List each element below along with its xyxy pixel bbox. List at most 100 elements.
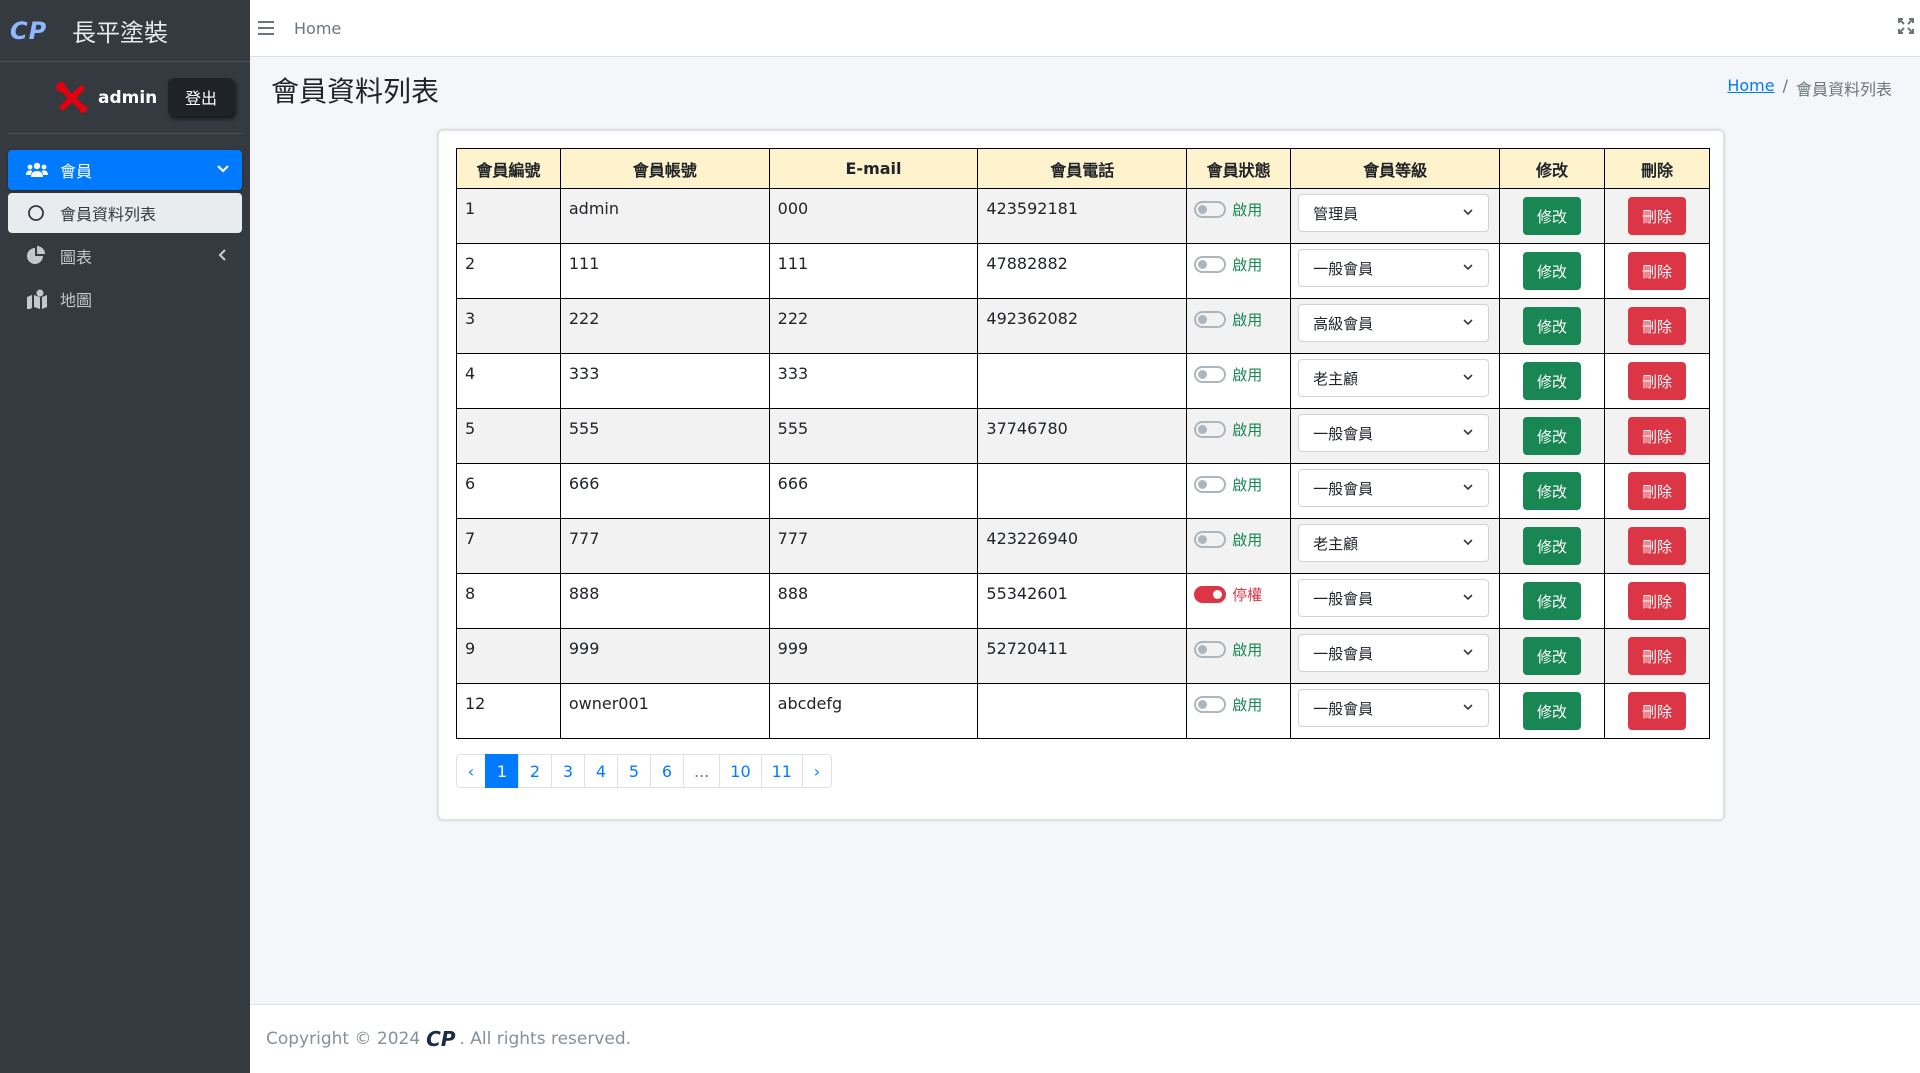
sidebar-item-members[interactable]: 會員 xyxy=(8,150,242,190)
sidebar-item-map[interactable]: 地圖 xyxy=(8,279,242,319)
member-status-cell: 啟用 xyxy=(1186,243,1292,299)
member-phone-cell: 52720411 xyxy=(977,628,1188,684)
delete-cell: 刪除 xyxy=(1604,243,1710,299)
status-toggle[interactable] xyxy=(1194,530,1227,548)
delete-cell: 刪除 xyxy=(1604,188,1710,244)
pagination-page[interactable]: 10 xyxy=(719,754,762,788)
pagination-page[interactable]: 2 xyxy=(518,754,552,788)
sidebar-item-charts[interactable]: 圖表 xyxy=(8,236,242,276)
breadcrumb-home[interactable]: Home xyxy=(1727,76,1774,100)
sidebar-item-member-list[interactable]: 會員資料列表 xyxy=(8,193,242,233)
status-toggle[interactable] xyxy=(1194,365,1227,383)
delete-button[interactable]: 刪除 xyxy=(1628,637,1686,675)
level-select[interactable]: 一般會員 xyxy=(1298,634,1490,672)
edit-button[interactable]: 修改 xyxy=(1523,692,1582,730)
level-select-value: 一般會員 xyxy=(1313,589,1374,608)
edit-button[interactable]: 修改 xyxy=(1523,472,1582,510)
pagination-page[interactable]: 11 xyxy=(760,754,803,788)
status-toggle[interactable] xyxy=(1194,200,1227,218)
pagination-page[interactable]: 5 xyxy=(617,754,651,788)
edit-button[interactable]: 修改 xyxy=(1523,527,1582,565)
member-level-cell: 高級會員 xyxy=(1290,298,1501,354)
logout-button[interactable]: 登出 xyxy=(168,78,234,116)
member-id-cell: 6 xyxy=(456,463,561,519)
member-card: 會員編號 會員帳號 E-mail 會員電話 會員狀態 會員等級 修改 刪除 1a… xyxy=(437,129,1725,821)
status-label: 啟用 xyxy=(1232,421,1263,439)
edit-button[interactable]: 修改 xyxy=(1523,197,1582,235)
delete-button[interactable]: 刪除 xyxy=(1628,417,1686,455)
status-toggle[interactable] xyxy=(1194,695,1227,713)
level-select-value: 一般會員 xyxy=(1313,259,1374,278)
sidebar: CP 長平塗裝 admin 登出 會員 會員資料列表 圖表 地圖 xyxy=(0,0,250,1073)
status-label: 停權 xyxy=(1232,586,1263,604)
brand-logo: CP xyxy=(10,16,48,45)
pagination-prev[interactable]: ‹ xyxy=(456,754,486,788)
level-select[interactable]: 老主顧 xyxy=(1298,524,1490,562)
level-select[interactable]: 管理員 xyxy=(1298,194,1490,232)
level-select[interactable]: 一般會員 xyxy=(1298,689,1490,727)
menu-toggle-icon[interactable] xyxy=(258,21,274,35)
status-toggle[interactable] xyxy=(1194,420,1227,438)
tools-icon xyxy=(54,80,90,116)
top-home-link[interactable]: Home xyxy=(294,19,341,38)
member-account-cell: 666 xyxy=(559,463,770,519)
chevron-down-icon xyxy=(1462,644,1474,662)
member-phone-cell xyxy=(977,683,1188,739)
edit-button[interactable]: 修改 xyxy=(1523,417,1582,455)
member-status-cell: 啟用 xyxy=(1186,298,1292,354)
fullscreen-icon[interactable] xyxy=(1898,18,1914,38)
edit-button[interactable]: 修改 xyxy=(1523,307,1582,345)
delete-cell: 刪除 xyxy=(1604,573,1710,629)
member-email-cell: 555 xyxy=(768,408,979,464)
edit-button[interactable]: 修改 xyxy=(1523,582,1582,620)
sidebar-item-label: 圖表 xyxy=(60,248,93,267)
level-select[interactable]: 一般會員 xyxy=(1298,469,1490,507)
level-select[interactable]: 一般會員 xyxy=(1298,579,1490,617)
level-select[interactable]: 一般會員 xyxy=(1298,249,1490,287)
delete-button[interactable]: 刪除 xyxy=(1628,362,1686,400)
edit-button[interactable]: 修改 xyxy=(1523,637,1582,675)
delete-button[interactable]: 刪除 xyxy=(1628,582,1686,620)
status-toggle[interactable] xyxy=(1194,585,1227,603)
edit-button[interactable]: 修改 xyxy=(1523,362,1582,400)
chevron-down-icon xyxy=(1462,534,1474,552)
level-select-value: 高級會員 xyxy=(1313,314,1374,333)
delete-button[interactable]: 刪除 xyxy=(1628,197,1686,235)
pagination-page[interactable]: 4 xyxy=(584,754,618,788)
brand-link[interactable]: CP 長平塗裝 xyxy=(0,0,250,62)
user-name[interactable]: admin xyxy=(98,88,157,108)
pagination-page[interactable]: 1 xyxy=(485,754,519,788)
member-account-cell: 777 xyxy=(559,518,770,574)
level-select[interactable]: 老主顧 xyxy=(1298,359,1490,397)
status-toggle[interactable] xyxy=(1194,255,1227,273)
status-toggle[interactable] xyxy=(1194,310,1227,328)
status-toggle[interactable] xyxy=(1194,475,1227,493)
member-email-cell: 000 xyxy=(768,188,979,244)
delete-button[interactable]: 刪除 xyxy=(1628,472,1686,510)
member-level-cell: 一般會員 xyxy=(1290,463,1501,519)
table-row: 7 777 777 423226940 啟用 老主顧 修改 刪除 xyxy=(456,518,1710,574)
level-select[interactable]: 高級會員 xyxy=(1298,304,1490,342)
chevron-down-icon xyxy=(1462,204,1474,222)
delete-button[interactable]: 刪除 xyxy=(1628,252,1686,290)
pagination-next[interactable]: › xyxy=(801,754,832,788)
member-id-cell: 4 xyxy=(456,353,561,409)
member-level-cell: 老主顧 xyxy=(1290,518,1501,574)
chevron-down-icon xyxy=(1462,369,1474,387)
status-toggle[interactable] xyxy=(1194,640,1227,658)
pagination-page[interactable]: 6 xyxy=(650,754,684,788)
level-select[interactable]: 一般會員 xyxy=(1298,414,1490,452)
column-header: 會員帳號 xyxy=(559,148,770,189)
edit-button[interactable]: 修改 xyxy=(1523,252,1582,290)
delete-button[interactable]: 刪除 xyxy=(1628,527,1686,565)
column-header: 刪除 xyxy=(1604,148,1710,189)
breadcrumb-separator: / xyxy=(1782,76,1788,95)
table-row: 2 111 111 47882882 啟用 一般會員 修改 刪除 xyxy=(456,243,1710,299)
column-header: 會員狀態 xyxy=(1186,148,1292,189)
member-account-cell: 111 xyxy=(559,243,770,299)
delete-cell: 刪除 xyxy=(1604,408,1710,464)
delete-button[interactable]: 刪除 xyxy=(1628,307,1686,345)
footer-logo: CP xyxy=(426,1027,456,1051)
delete-button[interactable]: 刪除 xyxy=(1628,692,1686,730)
pagination-page[interactable]: 3 xyxy=(551,754,585,788)
